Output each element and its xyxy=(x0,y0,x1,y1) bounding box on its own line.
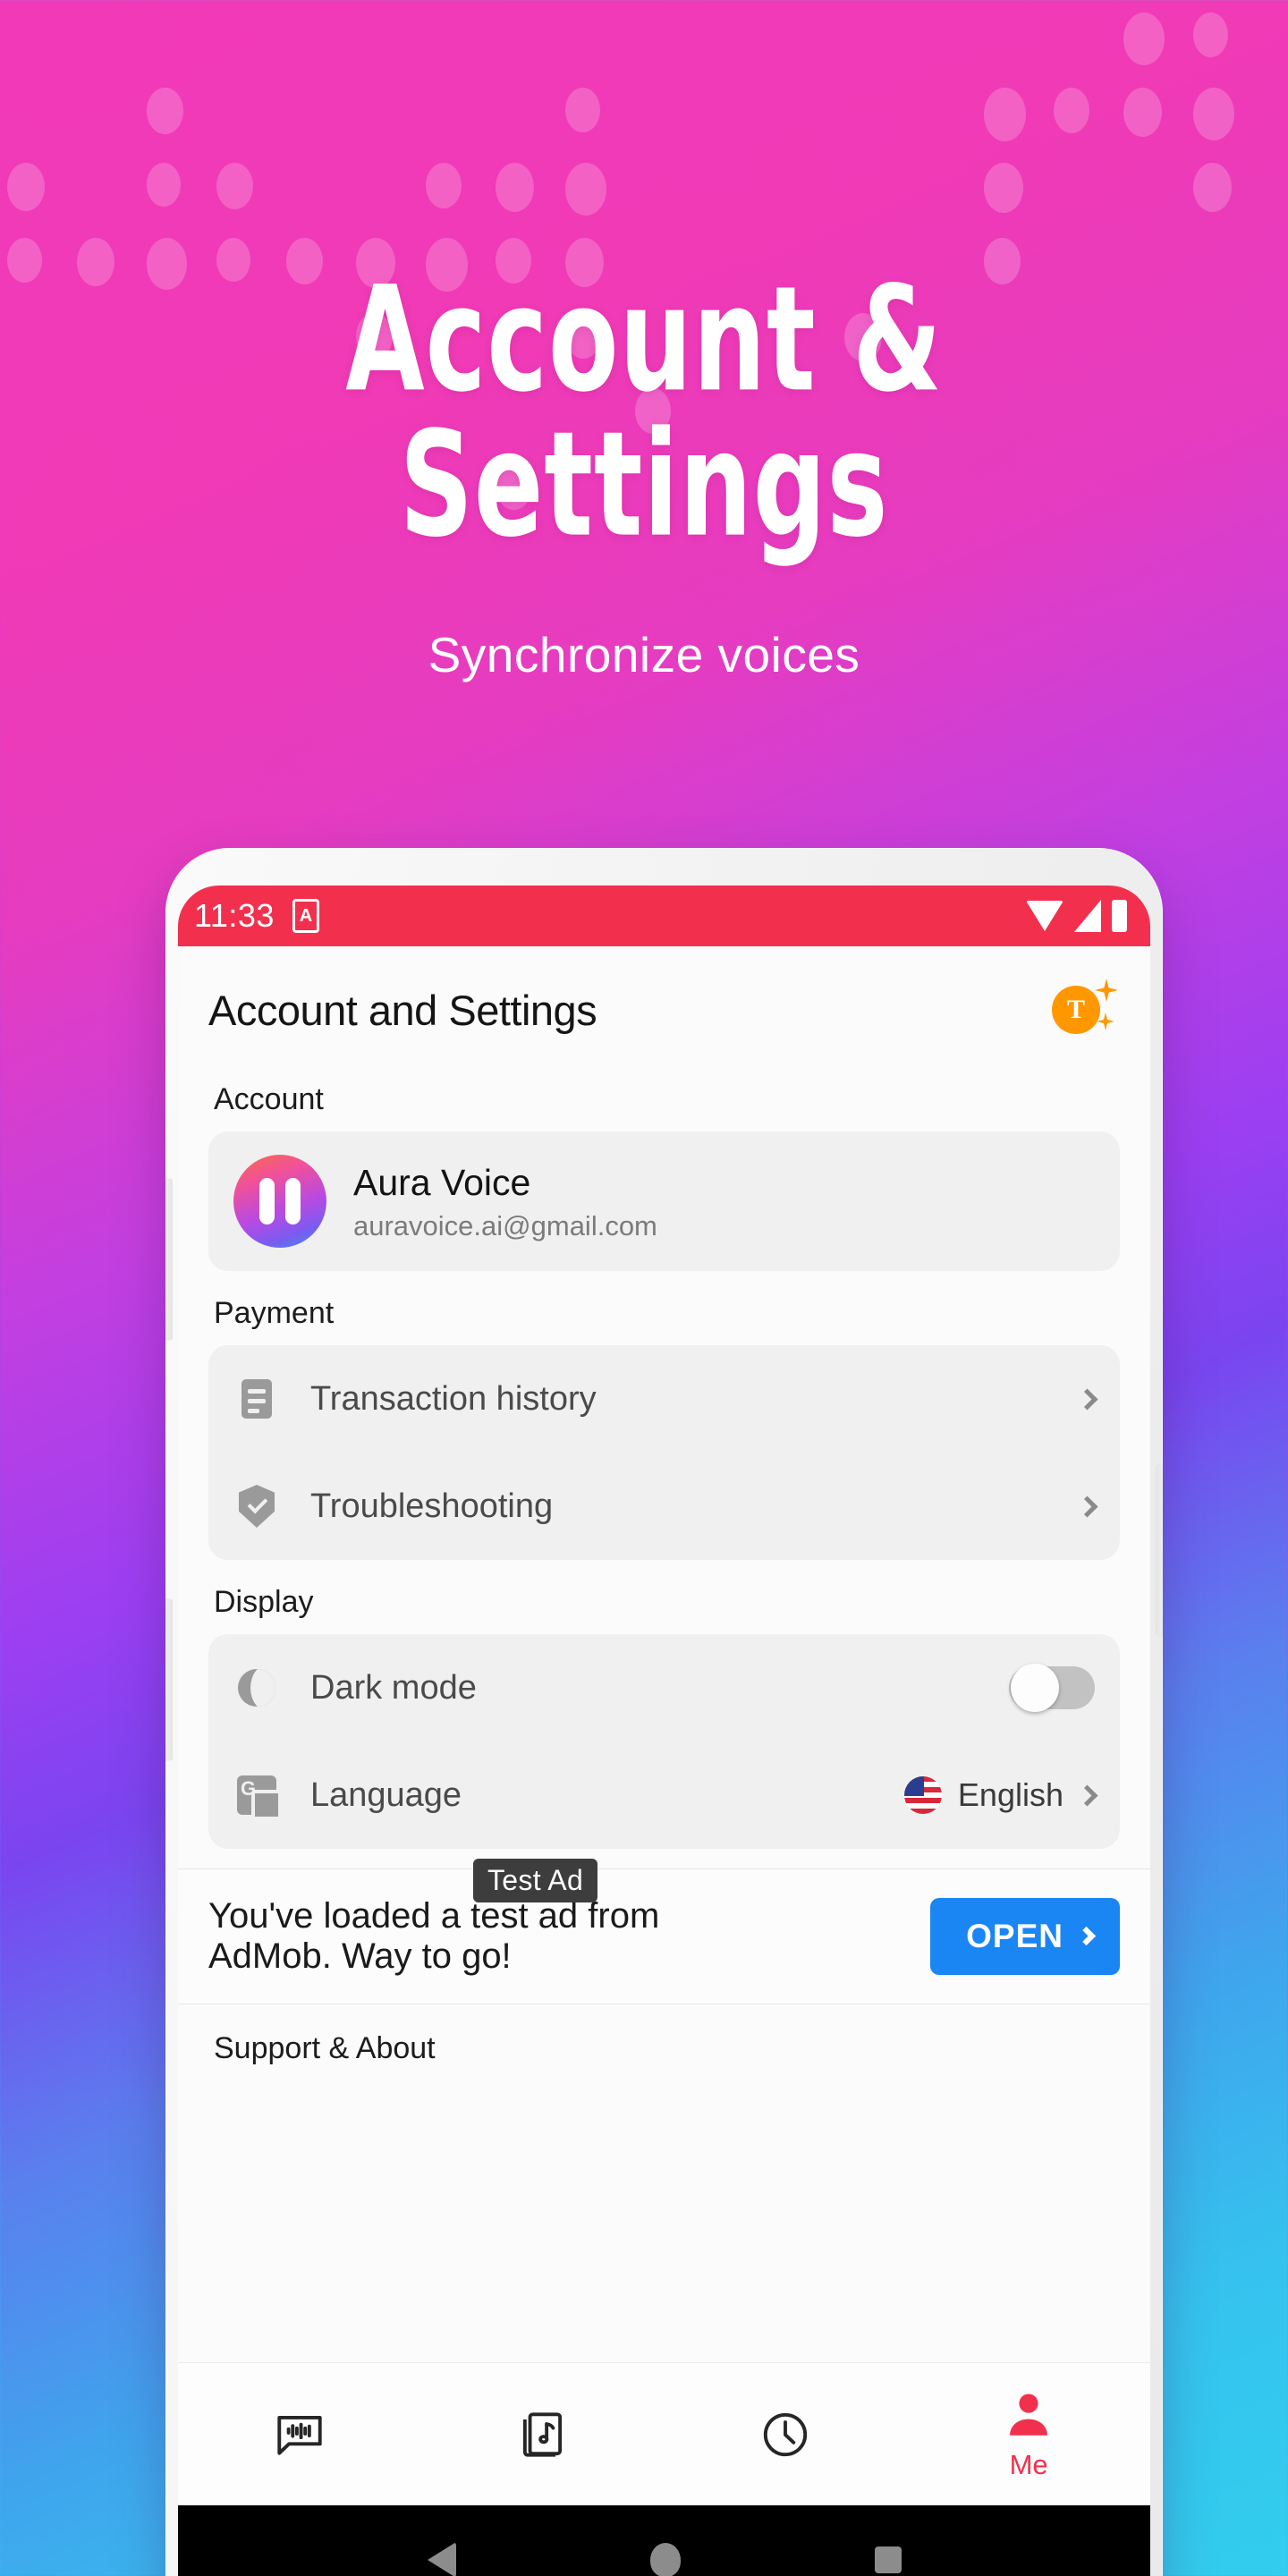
translate-icon: G xyxy=(233,1772,282,1820)
account-text: Aura Voice auravoice.ai@gmail.com xyxy=(353,1160,657,1241)
person-icon xyxy=(1010,2393,1048,2436)
nav-item-history[interactable] xyxy=(665,2407,908,2462)
decorative-dot xyxy=(984,163,1023,214)
decorative-dot xyxy=(496,163,534,213)
recents-square-icon[interactable] xyxy=(874,2546,902,2573)
page-subtitle: Synchronize voices xyxy=(428,627,860,682)
decorative-dot xyxy=(1193,13,1228,57)
decorative-dot xyxy=(7,163,45,211)
account-email: auravoice.ai@gmail.com xyxy=(353,1209,657,1241)
app-title: Account and Settings xyxy=(208,986,597,1034)
account-row[interactable]: Aura Voice auravoice.ai@gmail.com xyxy=(208,1131,1120,1271)
phone-screen: 11:33 A Account and Settings T Account A… xyxy=(178,886,1150,2576)
nav-item-library[interactable] xyxy=(421,2407,665,2462)
bottom-navigation: Me xyxy=(178,2362,1150,2505)
chevron-right-icon xyxy=(1076,1927,1097,1946)
decorative-dot xyxy=(984,88,1026,142)
back-triangle-icon[interactable] xyxy=(427,2542,456,2576)
page-title: Account & Settings xyxy=(345,256,943,570)
row-right-transaction-history xyxy=(1076,1387,1098,1411)
avatar-bar-right xyxy=(285,1178,301,1224)
dark-mode-toggle[interactable] xyxy=(1009,1664,1095,1712)
decorative-dot xyxy=(565,163,606,216)
account-card[interactable]: Aura Voice auravoice.ai@gmail.com xyxy=(208,1131,1120,1271)
us-flag-icon xyxy=(903,1776,942,1814)
chevron-right-icon xyxy=(1076,1387,1098,1411)
payment-card: Transaction history Troubleshooting xyxy=(208,1345,1120,1560)
clock-history-icon xyxy=(764,2412,808,2456)
voice-chat-icon xyxy=(277,2415,322,2455)
wifi-icon xyxy=(1026,901,1063,931)
pro-badge-letter: T xyxy=(1052,986,1100,1034)
row-label-dark-mode: Dark mode xyxy=(310,1668,477,1707)
language-value: English xyxy=(957,1776,1063,1813)
chevron-right-icon xyxy=(1076,1495,1098,1518)
decorative-dot xyxy=(1054,88,1089,134)
ad-open-button[interactable]: OPEN xyxy=(930,1897,1120,1975)
section-label-payment: Payment xyxy=(214,1296,335,1330)
display-card: Dark mode G Language English xyxy=(208,1634,1120,1849)
toggle-knob xyxy=(1011,1664,1059,1712)
ad-text: You've loaded a test ad from AdMob. Way … xyxy=(208,1896,660,1976)
battery-icon xyxy=(1112,900,1127,932)
decorative-dot xyxy=(1193,88,1234,140)
decorative-dot xyxy=(1193,163,1232,213)
ad-open-label: OPEN xyxy=(966,1917,1063,1954)
home-circle-icon[interactable] xyxy=(649,2543,681,2576)
receipt-icon xyxy=(233,1376,280,1422)
pause-bars-avatar xyxy=(233,1155,326,1248)
premium-sparkle-icon[interactable]: T xyxy=(1052,979,1120,1041)
row-label-language: Language xyxy=(310,1775,462,1814)
decorative-dot xyxy=(565,88,600,132)
status-bar-time: 11:33 xyxy=(194,897,275,934)
sparkle-large-icon xyxy=(1095,979,1118,1002)
decorative-dot xyxy=(147,88,183,135)
decorative-dot xyxy=(426,163,462,209)
settings-scroll-area[interactable]: Account Aura Voice auravoice.ai@gmail.co… xyxy=(178,1082,1150,1849)
system-navigation-bar xyxy=(178,2505,1150,2576)
alarm-icon: A xyxy=(292,899,319,933)
row-right-dark-mode xyxy=(1009,1664,1095,1712)
shield-check-icon xyxy=(233,1483,280,1530)
music-library-icon xyxy=(522,2411,562,2457)
decorative-dot xyxy=(147,163,181,207)
decorative-dot xyxy=(216,163,253,210)
avatar-bar-left xyxy=(259,1178,275,1224)
row-transaction-history[interactable]: Transaction history xyxy=(208,1345,1120,1453)
account-name: Aura Voice xyxy=(353,1162,531,1204)
volume-down-button[interactable] xyxy=(165,1599,173,1760)
nav-item-me[interactable]: Me xyxy=(907,2388,1150,2481)
decorative-dot xyxy=(1123,13,1165,65)
moon-icon xyxy=(233,1665,280,1711)
phone-mockup: 11:33 A Account and Settings T Account A… xyxy=(165,848,1163,2576)
status-bar: 11:33 A xyxy=(178,886,1150,946)
status-bar-icons xyxy=(1026,900,1127,932)
ad-banner[interactable]: Test Ad You've loaded a test ad from AdM… xyxy=(178,1859,1150,2004)
row-label-troubleshooting: Troubleshooting xyxy=(310,1487,554,1525)
decorative-dot xyxy=(7,238,42,283)
section-label-display: Display xyxy=(214,1585,314,1619)
row-troubleshooting[interactable]: Troubleshooting xyxy=(208,1453,1120,1560)
row-dark-mode[interactable]: Dark mode xyxy=(208,1634,1120,1741)
ad-test-badge: Test Ad xyxy=(473,1859,598,1902)
power-button[interactable] xyxy=(1156,1465,1163,1635)
nav-item-voice[interactable] xyxy=(178,2407,421,2462)
section-label-support-about: Support & About xyxy=(178,2004,1150,2066)
row-right-troubleshooting xyxy=(1076,1495,1098,1518)
section-label-account: Account xyxy=(214,1082,324,1116)
volume-up-button[interactable] xyxy=(165,1179,173,1340)
decorative-dot xyxy=(1123,88,1162,138)
nav-label-me: Me xyxy=(1009,2448,1048,2480)
chevron-right-icon xyxy=(1076,1784,1098,1807)
row-language[interactable]: G Language English xyxy=(208,1741,1120,1849)
signal-icon xyxy=(1074,900,1101,932)
row-label-transaction-history: Transaction history xyxy=(310,1379,597,1418)
app-header: Account and Settings T xyxy=(178,946,1150,1057)
row-right-language: English xyxy=(903,1776,1098,1814)
